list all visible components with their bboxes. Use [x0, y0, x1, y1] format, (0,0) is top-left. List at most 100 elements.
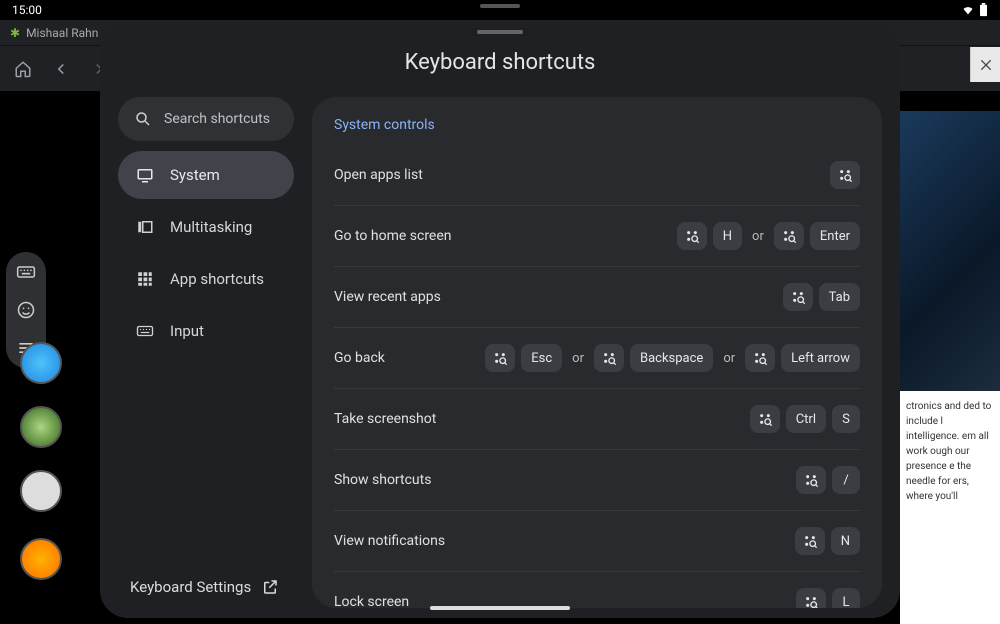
or-label: or [572, 351, 584, 366]
search-placeholder: Search shortcuts [164, 111, 270, 127]
sidebar-item-label: Multitasking [170, 218, 252, 236]
or-label: or [723, 351, 735, 366]
shortcut-combos [830, 161, 860, 189]
meta-key [745, 344, 775, 372]
close-button[interactable] [970, 47, 1000, 82]
shortcut-row: View recent appsTab [334, 267, 860, 328]
key-combo: CtrlS [750, 405, 860, 433]
keyboard-icon[interactable] [16, 262, 36, 282]
shortcut-name: Take screenshot [334, 411, 436, 427]
shortcut-name: Go to home screen [334, 228, 452, 244]
sidebar-item-app-shortcuts[interactable]: App shortcuts [118, 255, 294, 303]
recent-app-2[interactable] [20, 406, 62, 448]
shortcut-row: Show shortcuts / [334, 450, 860, 511]
sidebar-item-label: Input [170, 322, 204, 340]
apps-grid-icon [136, 270, 154, 288]
sidebar-item-label: App shortcuts [170, 270, 264, 288]
meta-key [750, 405, 780, 433]
recent-app-1[interactable] [20, 342, 62, 384]
key-combo: Backspace [594, 344, 713, 372]
key-combo: Enter [774, 222, 860, 250]
tab-title: Mishaal Rahn [26, 26, 98, 40]
shortcut-combos: L [796, 588, 860, 608]
meta-key [796, 466, 826, 494]
sidebar: Search shortcuts System Multitasking [118, 97, 294, 608]
split-icon [136, 218, 154, 236]
shortcut-name: View notifications [334, 533, 445, 549]
shortcut-row: View notifications N [334, 511, 860, 572]
sidebar-item-system[interactable]: System [118, 151, 294, 199]
panel-title: Keyboard shortcuts [100, 50, 900, 75]
key-combo: Left arrow [745, 344, 860, 372]
shortcut-combos: N [795, 527, 860, 555]
search-icon [134, 110, 152, 128]
keyboard-settings-label: Keyboard Settings [130, 578, 251, 596]
recent-app-4[interactable] [20, 538, 62, 580]
sidebar-item-multitasking[interactable]: Multitasking [118, 203, 294, 251]
key-backspace: Backspace [630, 344, 713, 372]
shortcut-combos: CtrlS [750, 405, 860, 433]
meta-key [830, 161, 860, 189]
key-left-arrow: Left arrow [781, 344, 860, 372]
open-external-icon [261, 578, 279, 596]
background-article: ctronics and ded to include l intelligen… [900, 111, 1000, 624]
or-label: or [752, 229, 764, 244]
key-n: N [831, 527, 860, 555]
key-combo [830, 161, 860, 189]
key-tab: Tab [819, 283, 860, 311]
shortcut-row: Go to home screen Hor Enter [334, 206, 860, 267]
keyboard-icon [136, 322, 154, 340]
key-s: S [832, 405, 860, 433]
sidebar-item-input[interactable]: Input [118, 307, 294, 355]
wifi-icon [961, 4, 975, 16]
key-combo: L [796, 588, 860, 608]
key-combo: Esc [485, 344, 562, 372]
meta-key [795, 527, 825, 555]
sidebar-nav: System Multitasking App shortcuts [118, 151, 294, 355]
key-/: / [832, 466, 860, 494]
shortcut-name: Go back [334, 350, 385, 366]
meta-key [774, 222, 804, 250]
key-combo: / [796, 466, 860, 494]
shortcut-combos: Hor Enter [677, 222, 860, 250]
shortcut-row: Lock screen L [334, 572, 860, 608]
meta-key [783, 283, 813, 311]
gesture-bar[interactable] [430, 606, 570, 610]
meta-key [796, 588, 826, 608]
top-drag-handle[interactable] [480, 4, 520, 8]
key-combo: Tab [783, 283, 860, 311]
home-icon[interactable] [6, 52, 40, 86]
sidebar-item-label: System [170, 166, 220, 184]
article-hero-image [900, 111, 1000, 391]
key-combo: N [795, 527, 860, 555]
key-h: H [713, 222, 742, 250]
recent-app-3[interactable] [20, 470, 62, 512]
shortcut-name: Show shortcuts [334, 472, 431, 488]
key-combo: H [677, 222, 742, 250]
search-input[interactable]: Search shortcuts [118, 97, 294, 141]
back-icon[interactable] [44, 52, 78, 86]
shortcut-row: Go backEscorBackspaceorLeft arrow [334, 328, 860, 389]
shortcut-name: Open apps list [334, 167, 423, 183]
status-bar: 15:00 [0, 0, 1000, 20]
meta-key [594, 344, 624, 372]
recent-apps-rail [20, 342, 62, 580]
shortcuts-content: System controls Open apps listGo to home… [312, 97, 882, 608]
shortcut-combos: / [796, 466, 860, 494]
key-esc: Esc [521, 344, 562, 372]
key-l: L [832, 588, 860, 608]
shortcut-row: Open apps list [334, 145, 860, 206]
battery-icon [979, 3, 988, 17]
drag-handle[interactable] [477, 30, 523, 34]
tab-favicon: ✱ [10, 26, 20, 40]
keyboard-settings-link[interactable]: Keyboard Settings [118, 572, 294, 608]
shortcut-combos: Tab [783, 283, 860, 311]
article-text-fragment: ctronics and ded to include l intelligen… [906, 399, 994, 504]
key-ctrl: Ctrl [786, 405, 826, 433]
meta-key [485, 344, 515, 372]
emoji-icon[interactable] [16, 300, 36, 320]
keyboard-shortcuts-panel: Keyboard shortcuts Search shortcuts Syst… [100, 20, 900, 618]
clock: 15:00 [12, 3, 42, 17]
meta-key [677, 222, 707, 250]
shortcut-name: Lock screen [334, 594, 409, 608]
